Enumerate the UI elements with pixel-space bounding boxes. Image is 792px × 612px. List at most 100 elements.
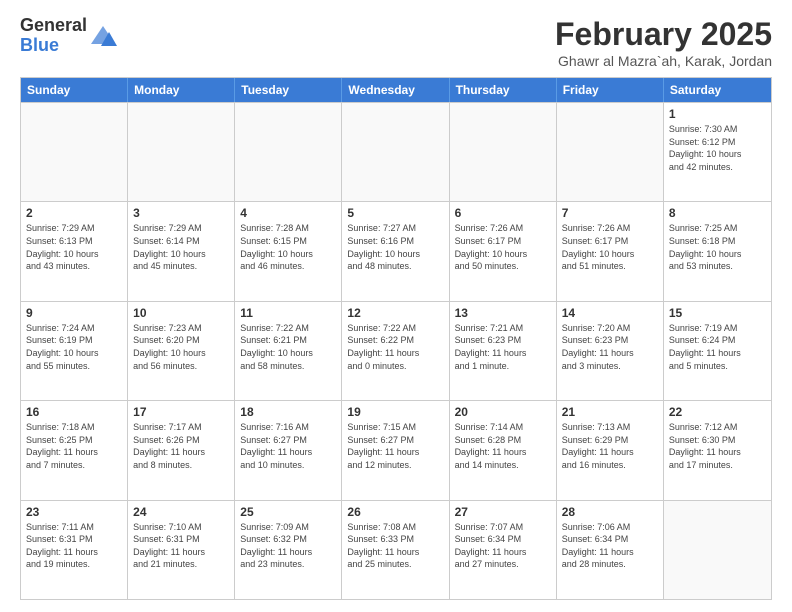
day-info: Sunrise: 7:22 AM Sunset: 6:21 PM Dayligh… (240, 322, 336, 372)
day-of-week-wednesday: Wednesday (342, 78, 449, 102)
empty-cell-0-5 (557, 103, 664, 201)
empty-cell-0-0 (21, 103, 128, 201)
day-number: 16 (26, 405, 122, 419)
day-info: Sunrise: 7:07 AM Sunset: 6:34 PM Dayligh… (455, 521, 551, 571)
day-of-week-thursday: Thursday (450, 78, 557, 102)
day-number: 1 (669, 107, 766, 121)
day-info: Sunrise: 7:09 AM Sunset: 6:32 PM Dayligh… (240, 521, 336, 571)
day-cell-15: 15 Sunrise: 7:19 AM Sunset: 6:24 PM Dayli… (664, 302, 771, 400)
day-info: Sunrise: 7:21 AM Sunset: 6:23 PM Dayligh… (455, 322, 551, 372)
day-cell-6: 6 Sunrise: 7:26 AM Sunset: 6:17 PM Daylig… (450, 202, 557, 300)
day-number: 24 (133, 505, 229, 519)
day-cell-9: 9 Sunrise: 7:24 AM Sunset: 6:19 PM Daylig… (21, 302, 128, 400)
calendar-row-0: 1 Sunrise: 7:30 AM Sunset: 6:12 PM Daylig… (21, 102, 771, 201)
day-info: Sunrise: 7:19 AM Sunset: 6:24 PM Dayligh… (669, 322, 766, 372)
empty-cell-0-1 (128, 103, 235, 201)
day-cell-21: 21 Sunrise: 7:13 AM Sunset: 6:29 PM Dayli… (557, 401, 664, 499)
day-cell-8: 8Sunrise: 7:25 AM Sunset: 6:18 PM Daylig… (664, 202, 771, 300)
day-number: 14 (562, 306, 658, 320)
day-info: Sunrise: 7:20 AM Sunset: 6:23 PM Dayligh… (562, 322, 658, 372)
day-info: Sunrise: 7:28 AM Sunset: 6:15 PM Dayligh… (240, 222, 336, 272)
day-number: 15 (669, 306, 766, 320)
location: Ghawr al Mazra`ah, Karak, Jordan (555, 53, 772, 69)
day-cell-22: 22Sunrise: 7:12 AM Sunset: 6:30 PM Dayli… (664, 401, 771, 499)
day-cell-27: 27 Sunrise: 7:07 AM Sunset: 6:34 PM Dayli… (450, 501, 557, 599)
day-of-week-sunday: Sunday (21, 78, 128, 102)
calendar-row-4: 23Sunrise: 7:11 AM Sunset: 6:31 PM Dayli… (21, 500, 771, 599)
empty-cell-4-6 (664, 501, 771, 599)
day-cell-3: 3 Sunrise: 7:29 AM Sunset: 6:14 PM Daylig… (128, 202, 235, 300)
logo-icon (89, 22, 117, 50)
day-number: 4 (240, 206, 336, 220)
day-cell-2: 2 Sunrise: 7:29 AM Sunset: 6:13 PM Daylig… (21, 202, 128, 300)
day-info: Sunrise: 7:06 AM Sunset: 6:34 PM Dayligh… (562, 521, 658, 571)
day-cell-4: 4 Sunrise: 7:28 AM Sunset: 6:15 PM Daylig… (235, 202, 342, 300)
day-info: Sunrise: 7:29 AM Sunset: 6:13 PM Dayligh… (26, 222, 122, 272)
logo-general: General (20, 16, 87, 36)
day-info: Sunrise: 7:30 AM Sunset: 6:12 PM Dayligh… (669, 123, 766, 173)
day-number: 23 (26, 505, 122, 519)
calendar-row-1: 2 Sunrise: 7:29 AM Sunset: 6:13 PM Daylig… (21, 201, 771, 300)
day-of-week-monday: Monday (128, 78, 235, 102)
day-cell-18: 18 Sunrise: 7:16 AM Sunset: 6:27 PM Dayli… (235, 401, 342, 499)
day-info: Sunrise: 7:27 AM Sunset: 6:16 PM Dayligh… (347, 222, 443, 272)
day-number: 10 (133, 306, 229, 320)
day-number: 18 (240, 405, 336, 419)
day-info: Sunrise: 7:13 AM Sunset: 6:29 PM Dayligh… (562, 421, 658, 471)
day-number: 11 (240, 306, 336, 320)
day-number: 26 (347, 505, 443, 519)
day-number: 5 (347, 206, 443, 220)
day-info: Sunrise: 7:12 AM Sunset: 6:30 PM Dayligh… (669, 421, 766, 471)
day-cell-7: 7Sunrise: 7:26 AM Sunset: 6:17 PM Daylig… (557, 202, 664, 300)
day-info: Sunrise: 7:26 AM Sunset: 6:17 PM Dayligh… (562, 222, 658, 272)
day-cell-16: 16 Sunrise: 7:18 AM Sunset: 6:25 PM Dayli… (21, 401, 128, 499)
day-cell-28: 28 Sunrise: 7:06 AM Sunset: 6:34 PM Dayli… (557, 501, 664, 599)
calendar-header: SundayMondayTuesdayWednesdayThursdayFrid… (21, 78, 771, 102)
logo-blue: Blue (20, 36, 87, 56)
day-number: 28 (562, 505, 658, 519)
day-info: Sunrise: 7:17 AM Sunset: 6:26 PM Dayligh… (133, 421, 229, 471)
day-cell-13: 13Sunrise: 7:21 AM Sunset: 6:23 PM Dayli… (450, 302, 557, 400)
day-cell-17: 17 Sunrise: 7:17 AM Sunset: 6:26 PM Dayli… (128, 401, 235, 499)
calendar: SundayMondayTuesdayWednesdayThursdayFrid… (20, 77, 772, 600)
day-info: Sunrise: 7:15 AM Sunset: 6:27 PM Dayligh… (347, 421, 443, 471)
logo-text: General Blue (20, 16, 87, 56)
day-number: 19 (347, 405, 443, 419)
day-number: 9 (26, 306, 122, 320)
day-info: Sunrise: 7:16 AM Sunset: 6:27 PM Dayligh… (240, 421, 336, 471)
day-info: Sunrise: 7:10 AM Sunset: 6:31 PM Dayligh… (133, 521, 229, 571)
day-info: Sunrise: 7:18 AM Sunset: 6:25 PM Dayligh… (26, 421, 122, 471)
day-cell-19: 19 Sunrise: 7:15 AM Sunset: 6:27 PM Dayli… (342, 401, 449, 499)
day-number: 3 (133, 206, 229, 220)
empty-cell-0-2 (235, 103, 342, 201)
day-of-week-tuesday: Tuesday (235, 78, 342, 102)
header: General Blue February 2025 Ghawr al Mazr… (20, 16, 772, 69)
day-info: Sunrise: 7:29 AM Sunset: 6:14 PM Dayligh… (133, 222, 229, 272)
day-number: 6 (455, 206, 551, 220)
day-cell-12: 12 Sunrise: 7:22 AM Sunset: 6:22 PM Dayli… (342, 302, 449, 400)
day-of-week-saturday: Saturday (664, 78, 771, 102)
day-info: Sunrise: 7:26 AM Sunset: 6:17 PM Dayligh… (455, 222, 551, 272)
day-cell-14: 14 Sunrise: 7:20 AM Sunset: 6:23 PM Dayli… (557, 302, 664, 400)
day-number: 25 (240, 505, 336, 519)
logo: General Blue (20, 16, 117, 56)
day-info: Sunrise: 7:22 AM Sunset: 6:22 PM Dayligh… (347, 322, 443, 372)
calendar-row-2: 9 Sunrise: 7:24 AM Sunset: 6:19 PM Daylig… (21, 301, 771, 400)
empty-cell-0-4 (450, 103, 557, 201)
day-number: 17 (133, 405, 229, 419)
day-cell-10: 10Sunrise: 7:23 AM Sunset: 6:20 PM Dayli… (128, 302, 235, 400)
day-cell-5: 5 Sunrise: 7:27 AM Sunset: 6:16 PM Daylig… (342, 202, 449, 300)
day-number: 27 (455, 505, 551, 519)
title-block: February 2025 Ghawr al Mazra`ah, Karak, … (555, 16, 772, 69)
calendar-row-3: 16 Sunrise: 7:18 AM Sunset: 6:25 PM Dayli… (21, 400, 771, 499)
day-number: 2 (26, 206, 122, 220)
day-cell-23: 23Sunrise: 7:11 AM Sunset: 6:31 PM Dayli… (21, 501, 128, 599)
day-number: 8 (669, 206, 766, 220)
day-cell-26: 26 Sunrise: 7:08 AM Sunset: 6:33 PM Dayli… (342, 501, 449, 599)
empty-cell-0-3 (342, 103, 449, 201)
day-cell-1: 1 Sunrise: 7:30 AM Sunset: 6:12 PM Daylig… (664, 103, 771, 201)
day-number: 12 (347, 306, 443, 320)
day-number: 21 (562, 405, 658, 419)
day-info: Sunrise: 7:24 AM Sunset: 6:19 PM Dayligh… (26, 322, 122, 372)
day-info: Sunrise: 7:08 AM Sunset: 6:33 PM Dayligh… (347, 521, 443, 571)
